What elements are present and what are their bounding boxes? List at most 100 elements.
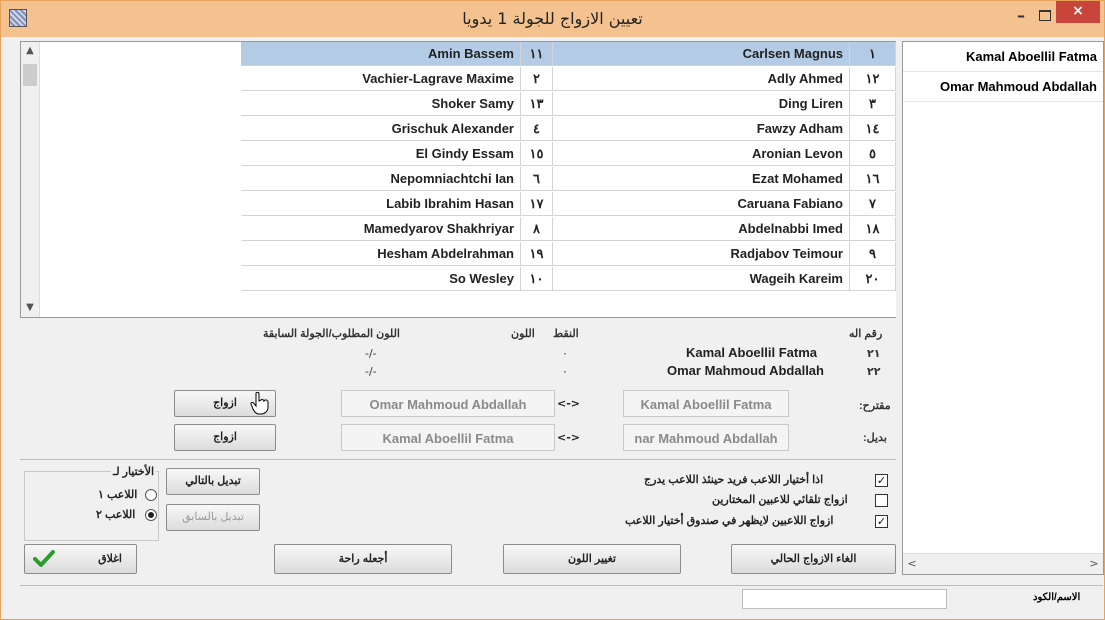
black-player-name[interactable]: So Wesley <box>241 267 521 291</box>
scroll-up-icon[interactable]: ▲ <box>21 42 39 60</box>
scroll-left-icon[interactable]: < <box>903 554 921 574</box>
black-player-name[interactable]: Nepomniachtchi Ian <box>241 167 521 191</box>
scroll-down-icon[interactable]: ▼ <box>21 299 39 317</box>
title-bar[interactable]: تعيين الازواج للجولة 1 يدويا – × <box>1 1 1104 37</box>
black-player-name[interactable]: Grischuk Alexander <box>241 117 521 141</box>
white-player-number[interactable]: ٧ <box>850 192 896 216</box>
white-player-number[interactable]: ١ <box>850 42 896 66</box>
white-player-name[interactable]: Ezat Mohamed <box>553 167 850 191</box>
maximize-icon <box>1039 10 1051 21</box>
white-player-name[interactable]: Aronian Levon <box>553 142 850 166</box>
maximize-button[interactable] <box>1031 1 1059 31</box>
player-points: ٠ <box>562 365 568 378</box>
unpaired-players-list[interactable]: Kamal Aboellil Fatma Omar Mahmoud Abdall… <box>902 41 1104 575</box>
white-player-number[interactable]: ١٦ <box>850 167 896 191</box>
black-player-number[interactable]: ٨ <box>521 217 553 241</box>
alternative-player-a: nar Mahmoud Abdallah <box>623 424 789 451</box>
white-player-number[interactable]: ١٨ <box>850 217 896 241</box>
pairing-row[interactable]: El Gindy Essam ١٥ Aronian Levon ٥ <box>241 142 896 167</box>
black-player-name[interactable]: Vachier-Lagrave Maxime <box>241 67 521 91</box>
pairing-row[interactable]: Labib Ibrahim Hasan ١٧ Caruana Fabiano ٧ <box>241 192 896 217</box>
swap-previous-button[interactable]: تبديل بالسابق <box>166 504 260 531</box>
radio-player-2[interactable] <box>145 509 157 521</box>
pairing-row[interactable]: Amin Bassem ١١ Carlsen Magnus ١ <box>241 42 896 67</box>
white-player-number[interactable]: ٣ <box>850 92 896 116</box>
white-player-number[interactable]: ٢٠ <box>850 267 896 291</box>
option-unique-player-label: اذا أختيار اللاعب فريد حينئذ اللاعب يدرج <box>644 474 824 486</box>
radio-player-1-label: اللاعب ١ <box>98 489 138 501</box>
header-player-number: رقم اله <box>849 328 883 340</box>
window-title: تعيين الازواج للجولة 1 يدويا <box>462 9 643 28</box>
player-number: ٢٢ <box>867 365 881 378</box>
black-player-name[interactable]: Labib Ibrahim Hasan <box>241 192 521 216</box>
header-points: النقط <box>553 328 579 340</box>
white-player-name[interactable]: Abdelnabbi Imed <box>553 217 850 241</box>
scroll-thumb[interactable] <box>23 64 37 86</box>
black-player-name[interactable]: Mamedyarov Shakhriyar <box>241 217 521 241</box>
pair-arrow: <-> <box>557 431 580 444</box>
pair-alternative-button[interactable]: ازواج <box>174 424 276 451</box>
player-number: ٢١ <box>867 347 881 360</box>
white-player-name[interactable]: Radjabov Teimour <box>553 242 850 266</box>
unpaired-player-item[interactable]: Omar Mahmoud Abdallah <box>903 72 1103 102</box>
radio-player-1[interactable] <box>145 489 157 501</box>
cancel-pairing-button[interactable]: الغاء الازواج الحالي <box>731 544 896 574</box>
alternative-label: بديل: <box>863 432 887 444</box>
search-name-code-input[interactable] <box>742 589 947 609</box>
white-player-name[interactable]: Fawzy Adham <box>553 117 850 141</box>
black-player-number[interactable]: ١٩ <box>521 242 553 266</box>
pairing-row[interactable]: Shoker Samy ١٣ Ding Liren ٣ <box>241 92 896 117</box>
black-player-number[interactable]: ١٥ <box>521 142 553 166</box>
pairing-row[interactable]: Nepomniachtchi Ian ٦ Ezat Mohamed ١٦ <box>241 167 896 192</box>
black-player-name[interactable]: Shoker Samy <box>241 92 521 116</box>
left-list-scrollbar[interactable]: ▲ ▼ <box>21 42 40 317</box>
header-required-color: اللون المطلوب/الجولة السابقة <box>263 328 400 340</box>
black-player-number[interactable]: ١٠ <box>521 267 553 291</box>
option-auto-pair-checkbox[interactable] <box>875 494 888 507</box>
white-player-name[interactable]: Wageih Kareim <box>553 267 850 291</box>
white-player-name[interactable]: Adly Ahmed <box>553 67 850 91</box>
white-player-name[interactable]: Carlsen Magnus <box>553 42 850 66</box>
pairing-row[interactable]: Mamedyarov Shakhriyar ٨ Abdelnabbi Imed ١٨ <box>241 217 896 242</box>
close-window-button[interactable]: × <box>1056 1 1100 23</box>
unpaired-player-item[interactable]: Kamal Aboellil Fatma <box>903 42 1103 72</box>
black-player-name[interactable]: El Gindy Essam <box>241 142 521 166</box>
white-player-name[interactable]: Ding Liren <box>553 92 850 116</box>
pairing-row[interactable]: So Wesley ١٠ Wageih Kareim ٢٠ <box>241 267 896 292</box>
pairing-row[interactable]: Vachier-Lagrave Maxime ٢ Adly Ahmed ١٢ <box>241 67 896 92</box>
white-player-number[interactable]: ٩ <box>850 242 896 266</box>
white-player-number[interactable]: ١٢ <box>850 67 896 91</box>
status-bar: الاسم/الكود <box>20 585 1103 610</box>
suggested-label: مقترح: <box>859 400 891 412</box>
close-button[interactable]: اغلاق <box>24 544 137 574</box>
left-list[interactable]: ▲ ▼ <box>20 41 242 318</box>
black-player-number[interactable]: ٦ <box>521 167 553 191</box>
hand-cursor-icon <box>250 391 269 415</box>
change-color-button[interactable]: تغيير اللون <box>503 544 681 574</box>
black-player-number[interactable]: ١١ <box>521 42 553 66</box>
pairing-row[interactable]: Hesham Abdelrahman ١٩ Radjabov Teimour ٩ <box>241 242 896 267</box>
pair-arrow: <-> <box>557 397 580 410</box>
black-player-name[interactable]: Amin Bassem <box>241 42 521 66</box>
pairing-window: تعيين الازواج للجولة 1 يدويا – × ▲ ▼ Ami… <box>0 0 1105 620</box>
white-player-name[interactable]: Caruana Fabiano <box>553 192 850 216</box>
white-player-number[interactable]: ١٤ <box>850 117 896 141</box>
black-player-number[interactable]: ٢ <box>521 67 553 91</box>
pairing-grid[interactable]: Amin Bassem ١١ Carlsen Magnus ١ Vachier-Lagr… <box>241 41 896 318</box>
unpaired-list-scrollbar[interactable]: < > <box>903 553 1103 574</box>
options-separator <box>20 459 896 460</box>
option-hide-paired-checkbox[interactable]: ✓ <box>875 515 888 528</box>
player-color-history: -/- <box>365 365 377 378</box>
swap-next-button[interactable]: تبديل بالتالي <box>166 468 260 495</box>
alternative-player-b: Kamal Aboellil Fatma <box>341 424 555 451</box>
black-player-number[interactable]: ٤ <box>521 117 553 141</box>
black-player-name[interactable]: Hesham Abdelrahman <box>241 242 521 266</box>
give-bye-button[interactable]: أجعله راحة <box>274 544 452 574</box>
white-player-number[interactable]: ٥ <box>850 142 896 166</box>
option-unique-player-checkbox[interactable]: ✓ <box>875 474 888 487</box>
pairing-row[interactable]: Grischuk Alexander ٤ Fawzy Adham ١٤ <box>241 117 896 142</box>
scroll-right-icon[interactable]: > <box>1085 554 1103 574</box>
black-player-number[interactable]: ١٧ <box>521 192 553 216</box>
minimize-icon: – <box>1017 6 1025 25</box>
black-player-number[interactable]: ١٣ <box>521 92 553 116</box>
